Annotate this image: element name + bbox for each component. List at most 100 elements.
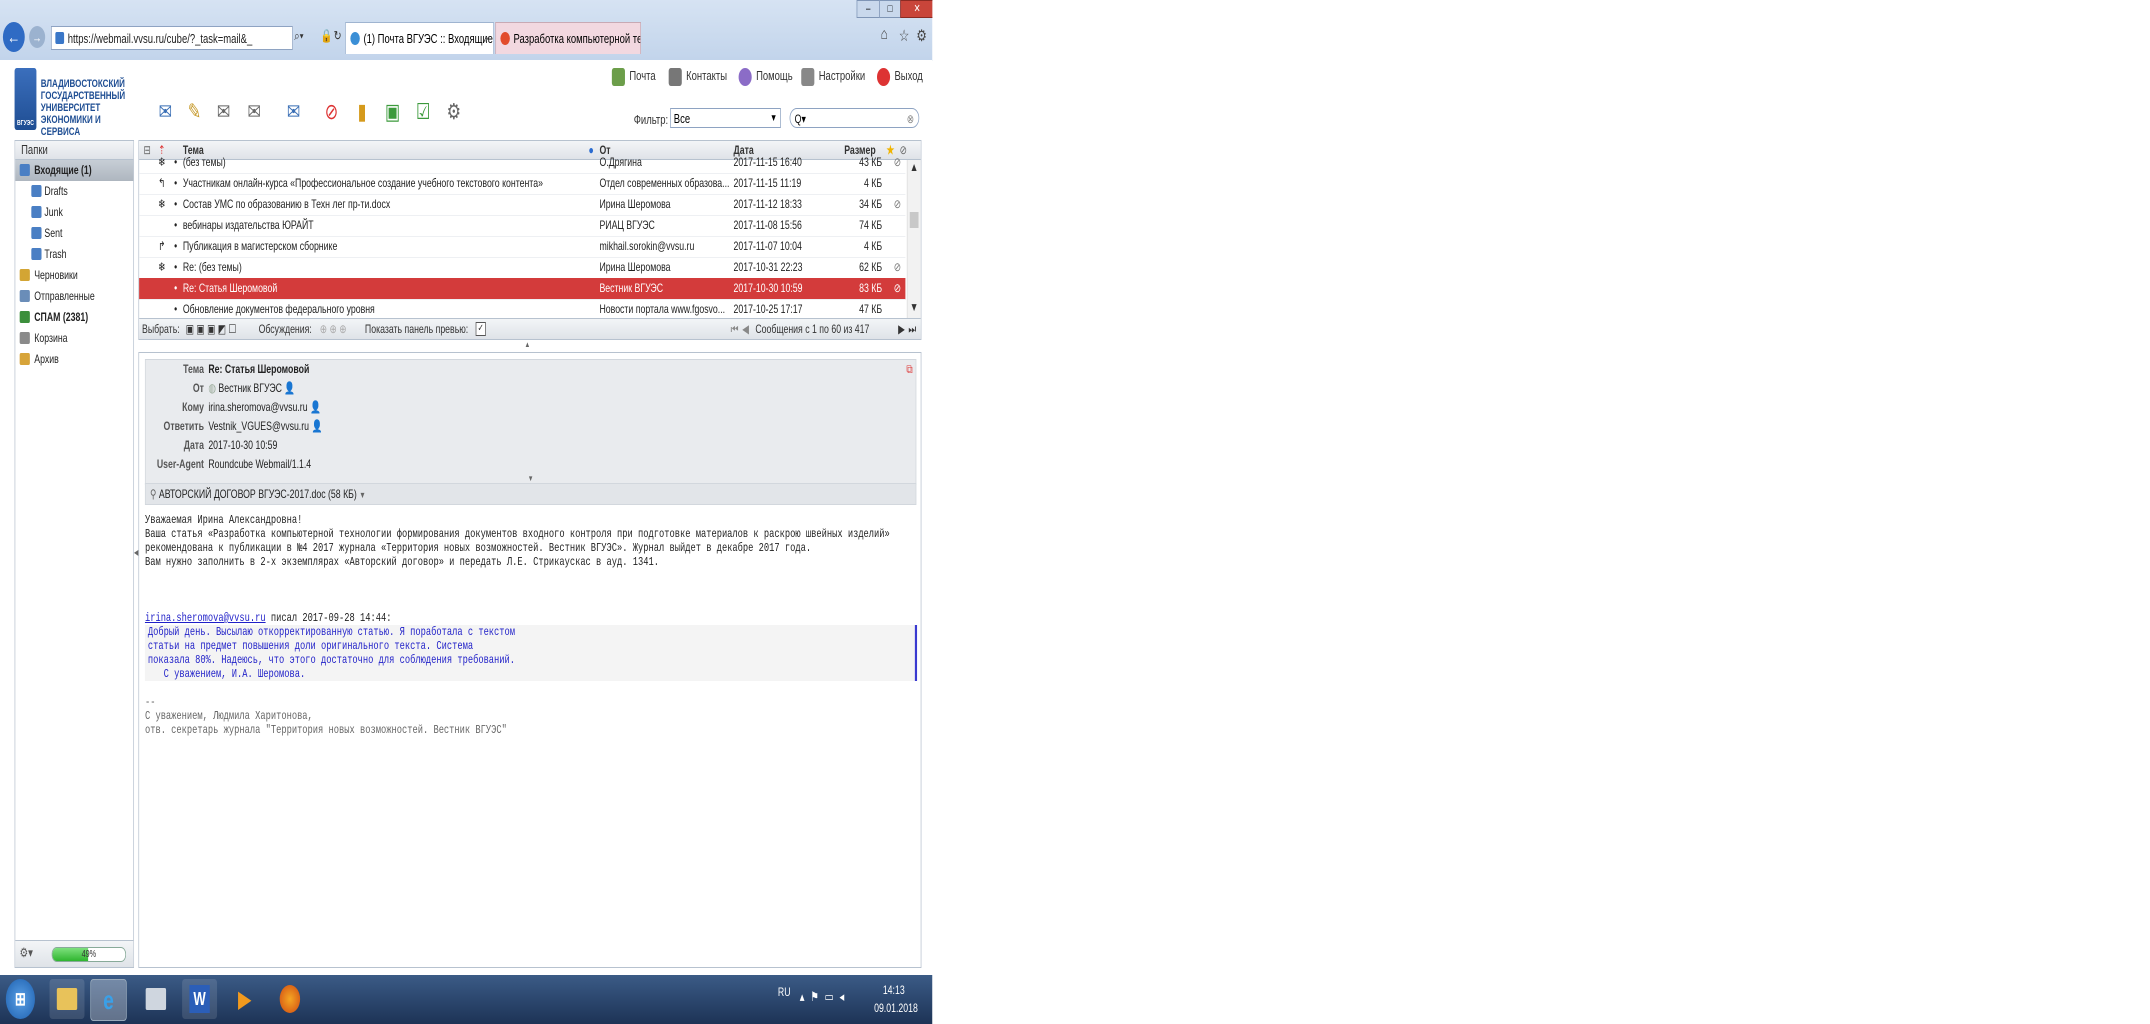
archive-icon[interactable]: ▣ [382, 98, 404, 126]
folder-drafts[interactable]: Drafts [15, 181, 133, 202]
attachment-name[interactable]: АВТОРСКИЙ ДОГОВОР ВГУЭС-2017.doc (58 КБ) [159, 487, 357, 501]
gear-icon[interactable]: ⚙ [916, 26, 926, 46]
nav-settings[interactable]: Настройки [801, 66, 865, 86]
table-row[interactable]: ↱ • Публикация в магистерском сборнике mikh… [139, 236, 906, 258]
filter-select[interactable]: Все ▼ [670, 108, 781, 128]
message-subject[interactable]: Публикация в магистерском сборнике [183, 236, 591, 257]
tab-inbox[interactable]: (1) Почта ВГУЭС :: Входящие × [345, 22, 494, 54]
forward-button[interactable]: → [29, 26, 46, 48]
body-line: рекомендована к публикации в №4 2017 жур… [144, 541, 812, 555]
address-bar[interactable]: https://webmail.vvsu.ru/cube/?_task=mail… [50, 26, 293, 50]
compose-icon[interactable]: ✎ [184, 98, 206, 126]
folder-trash[interactable]: Trash [15, 244, 133, 265]
language-indicator[interactable]: RU [778, 985, 791, 999]
refresh-icon[interactable]: ↻ [334, 28, 342, 44]
folder-arkhiv[interactable]: Архив [15, 349, 133, 370]
home-icon[interactable]: ⌂ [881, 26, 888, 44]
nav-logout[interactable]: Выход [876, 66, 923, 86]
scroll-thumb[interactable] [909, 212, 919, 228]
thread-buttons[interactable]: ⊕ ⊕ ⊕ [320, 319, 347, 339]
table-row[interactable]: ↰ • Участникам онлайн-курса «Профессиональ… [139, 173, 906, 195]
favorites-star-icon[interactable]: ☆ [899, 26, 909, 46]
search-icon[interactable]: ⌕▾ [294, 28, 303, 44]
folder-sent[interactable]: Sent [15, 223, 133, 244]
minimize-button[interactable]: – [856, 0, 880, 18]
search-input[interactable]: Q▾ ⊗ [789, 108, 920, 129]
chevron-down-icon[interactable]: ▼ [359, 490, 365, 500]
reply-icon[interactable]: ✉ [213, 98, 235, 126]
scroll-up-icon[interactable]: ▲ [910, 160, 919, 174]
message-list: ⊟ ⇡ Тема ● От Дата Размер ★ ⊘ ❄ • (без тем… [138, 140, 922, 340]
printer-icon[interactable] [138, 979, 173, 1019]
message-subject[interactable]: (без темы) [183, 152, 591, 173]
back-button[interactable]: ← [2, 22, 25, 52]
tab-close-icon[interactable]: × [485, 23, 491, 54]
media-player-icon[interactable]: ▶ [227, 979, 262, 1019]
forward-icon[interactable]: ✉ [283, 98, 305, 126]
delete-icon[interactable]: ⊘ [320, 98, 342, 126]
explorer-icon[interactable] [49, 979, 85, 1019]
preview-checkbox[interactable]: ✓ [475, 322, 486, 336]
check-mail-icon[interactable]: ✉ [154, 98, 176, 126]
message-size: 83 КБ [859, 281, 883, 295]
start-button[interactable]: ⊞ [5, 979, 35, 1019]
message-size: 43 КБ [859, 155, 883, 169]
close-window-button[interactable]: ✕ [900, 0, 933, 18]
table-row[interactable]: ❄ • Re: (без темы) Ирина Шеромова 2017-10-31… [139, 257, 906, 279]
inbox-icon [19, 164, 30, 176]
junk-icon[interactable]: ▮ [351, 98, 373, 126]
message-from: РИАЦ ВГУЭС [599, 218, 655, 232]
splitter-horizontal[interactable]: ▲ [524, 340, 530, 349]
table-row[interactable]: • Re: Статья Шеромовой Вестник ВГУЭС 2017-1… [139, 278, 906, 300]
folder-chernoviki[interactable]: Черновики [15, 265, 133, 286]
folder-korzina[interactable]: Корзина [15, 328, 133, 349]
pager-last-icon[interactable]: ⏭ [908, 319, 916, 339]
message-subject[interactable]: Состав УМС по образованию в Техн лег пр-… [183, 194, 591, 215]
internet-explorer-icon[interactable]: e [90, 979, 127, 1021]
message-subject[interactable]: Участникам онлайн-курса «Профессионально… [183, 173, 591, 194]
message-from: Вестник ВГУЭС [599, 281, 664, 295]
message-subject[interactable]: Re: Статья Шеромовой [183, 278, 591, 299]
table-row[interactable]: ❄ • Состав УМС по образованию в Техн лег п… [139, 194, 906, 216]
quote-author-link[interactable]: irina.sheromova@vvsu.ru [145, 611, 266, 625]
scroll-down-icon[interactable]: ▼ [910, 300, 919, 314]
table-row[interactable]: ❄ • (без темы) О.Дрягина 2017-11-15 16:40 43 … [139, 152, 906, 174]
folder-inbox[interactable]: Входящие (1) [15, 160, 134, 181]
thread-icon[interactable]: ↰ [158, 173, 168, 194]
folder-actions-gear-icon[interactable]: ⚙▾ [20, 945, 33, 961]
word-icon[interactable]: W [182, 979, 218, 1019]
clear-search-icon[interactable]: ⊗ [907, 109, 914, 129]
settings-icon [801, 67, 815, 86]
folder-icon [31, 206, 42, 218]
firefox-icon[interactable] [272, 979, 307, 1019]
pager-prev-icon[interactable]: ◀ [742, 319, 749, 339]
thread-icon[interactable]: ❄ [158, 257, 168, 278]
list-scrollbar[interactable]: ▲ ▼ [906, 160, 921, 318]
tray-icons[interactable]: ▴⚑▭◂ [800, 989, 850, 1005]
select-buttons[interactable]: ▣ ▣ ▣ ◩ ☐ [186, 322, 237, 336]
thread-icon[interactable]: ❄ [158, 194, 168, 215]
pager-first-icon[interactable]: ⏮ [731, 319, 739, 339]
message-size: 62 КБ [859, 260, 883, 274]
thread-icon[interactable]: ❄ [158, 152, 168, 173]
nav-contacts[interactable]: Контакты [668, 66, 727, 86]
message-subject[interactable]: вебинары издательства ЮРАЙТ [183, 215, 591, 236]
folder-spam[interactable]: СПАМ (2381) [15, 307, 133, 328]
unread-dot-icon: • [174, 197, 178, 211]
maximize-button[interactable]: □ [879, 0, 902, 18]
tab-favicon [500, 32, 510, 45]
table-row[interactable]: • вебинары издательства ЮРАЙТ РИАЦ ВГУЭС 20… [139, 215, 906, 237]
message-subject[interactable]: Re: (без темы) [183, 257, 591, 278]
nav-help[interactable]: Помощь [738, 66, 793, 86]
pager-next-icon[interactable]: ▶ [898, 319, 905, 339]
more-gear-icon[interactable]: ⚙ [443, 98, 465, 126]
tab-article[interactable]: Разработка компьютерной те... [495, 22, 641, 54]
nav-mail[interactable]: Почта [611, 66, 656, 86]
folder-junk[interactable]: Junk [15, 202, 133, 223]
attachment-bar[interactable]: ⚲ АВТОРСКИЙ ДОГОВОР ВГУЭС-2017.doc (58 К… [144, 483, 917, 505]
folder-otpravlennye[interactable]: Отправленные [15, 286, 133, 307]
message-subject[interactable]: Обновление документов федерального уровн… [183, 299, 591, 320]
thread-icon[interactable]: ↱ [158, 236, 168, 257]
reply-all-icon[interactable]: ✉ [243, 98, 265, 126]
mark-icon[interactable]: ☑ [412, 98, 434, 126]
